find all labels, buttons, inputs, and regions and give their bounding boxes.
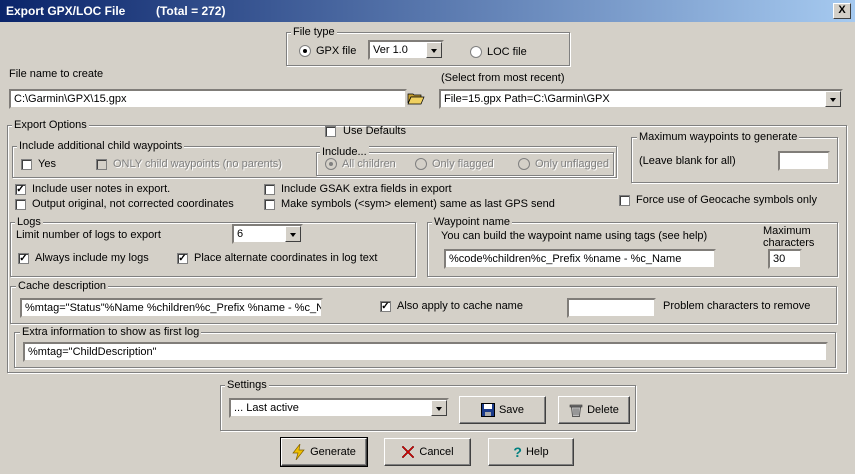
red-x-icon [402,445,415,459]
loc-radio[interactable] [470,46,482,58]
extra-info-input[interactable]: %mtag="ChildDescription" [23,342,828,362]
yes-checkbox[interactable] [21,159,32,170]
settings-select[interactable]: ... Last active [229,398,449,418]
logs-legend: Logs [15,216,43,229]
total-count: (Total = 272) [156,4,226,18]
version-select[interactable]: Ver 1.0 [368,40,444,60]
recent-select[interactable]: File=15.gpx Path=C:\Garmin\GPX [439,89,843,109]
cancel-label: Cancel [419,446,454,458]
user-notes-label: Include user notes in export. [32,183,171,195]
max-waypoints-input[interactable] [778,151,830,171]
use-defaults-checkbox[interactable] [325,126,336,137]
only-child-label: ONLY child waypoints (no parents) [113,158,282,170]
recent-value: File=15.gpx Path=C:\Garmin\GPX [444,93,610,105]
always-mine-checkbox[interactable]: ✓ [18,253,29,264]
max-waypoints-hint: (Leave blank for all) [639,155,736,167]
trash-icon [569,404,583,417]
max-waypoints-legend: Maximum waypoints to generate [637,131,800,144]
close-button[interactable]: X [833,3,851,19]
settings-value: ... Last active [234,402,299,414]
chevron-down-icon[interactable] [426,42,442,58]
original-coords-label: Output original, not corrected coordinat… [32,198,234,210]
max-chars-input[interactable]: 30 [768,249,802,269]
loc-label: LOC file [487,46,527,58]
problem-chars-input[interactable] [567,298,656,318]
waypoint-name-input[interactable]: %code%children%c_Prefix %name - %c_Name [444,249,716,269]
browse-folder-button[interactable] [407,90,425,106]
title-bar: Export GPX/LOC File (Total = 272) X [0,0,855,22]
recent-label: (Select from most recent) [441,72,565,84]
version-value: Ver 1.0 [373,44,408,56]
file-name-input[interactable]: C:\Garmin\GPX\15.gpx [9,89,407,109]
only-child-checkbox[interactable] [96,159,107,170]
gpx-radio[interactable] [299,45,311,57]
always-mine-label: Always include my logs [35,252,149,264]
original-coords-checkbox[interactable] [15,199,26,210]
problem-chars-label: Problem characters to remove [663,300,811,312]
force-symbols-label: Force use of Geocache symbols only [636,194,817,206]
child-waypoints-legend: Include additional child waypoints [17,140,185,153]
export-options-legend: Export Options [12,119,89,132]
logs-limit-label: Limit number of logs to export [16,229,161,241]
file-type-legend: File type [291,26,337,39]
gsak-extra-checkbox[interactable] [264,184,275,195]
only-flagged-label: Only flagged [432,158,494,170]
waypoint-name-hint: You can build the waypoint name using ta… [441,230,708,242]
folder-open-icon [407,93,425,105]
window-title: Export GPX/LOC File [6,4,126,18]
help-button[interactable]: ? Help [488,438,574,466]
chevron-down-icon[interactable] [825,91,841,107]
only-unflagged-label: Only unflagged [535,158,609,170]
make-symbols-checkbox[interactable] [264,199,275,210]
chevron-down-icon[interactable] [285,226,301,242]
all-children-label: All children [342,158,396,170]
file-name-label: File name to create [9,68,104,80]
cancel-button[interactable]: Cancel [384,438,471,466]
gpx-label: GPX file [316,45,357,57]
delete-button[interactable]: Delete [558,396,630,424]
force-symbols-checkbox[interactable] [619,195,630,206]
apply-name-checkbox[interactable]: ✓ [380,301,391,312]
waypoint-name-legend: Waypoint name [432,216,513,229]
chevron-down-icon[interactable] [431,400,447,416]
delete-label: Delete [587,404,619,416]
floppy-disk-icon [480,403,495,417]
use-defaults-label: Use Defaults [343,125,406,137]
cache-description-input[interactable]: %mtag="Status"%Name %children%c_Prefix %… [20,298,323,318]
only-unflagged-radio[interactable] [518,158,530,170]
all-children-radio[interactable] [325,158,337,170]
yes-label: Yes [38,158,56,170]
gsak-extra-label: Include GSAK extra fields in export [281,183,452,195]
logs-limit-select[interactable]: 6 [232,224,303,244]
save-label: Save [498,404,525,416]
only-flagged-radio[interactable] [415,158,427,170]
generate-button[interactable]: Generate [280,437,368,467]
make-symbols-label: Make symbols (<sym> element) same as las… [281,198,555,210]
place-alt-label: Place alternate coordinates in log text [194,252,378,264]
settings-legend: Settings [225,379,269,392]
logs-limit-value: 6 [237,228,244,240]
lightning-icon [292,444,305,460]
save-button[interactable]: Save [459,396,546,424]
user-notes-checkbox[interactable]: ✓ [15,184,26,195]
cache-description-legend: Cache description [16,280,109,293]
extra-info-legend: Extra information to show as first log [20,326,202,339]
apply-name-label: Also apply to cache name [397,300,523,312]
generate-label: Generate [310,446,356,458]
place-alt-checkbox[interactable]: ✓ [177,253,188,264]
help-label: Help [525,446,549,458]
question-mark-icon: ? [513,444,522,460]
